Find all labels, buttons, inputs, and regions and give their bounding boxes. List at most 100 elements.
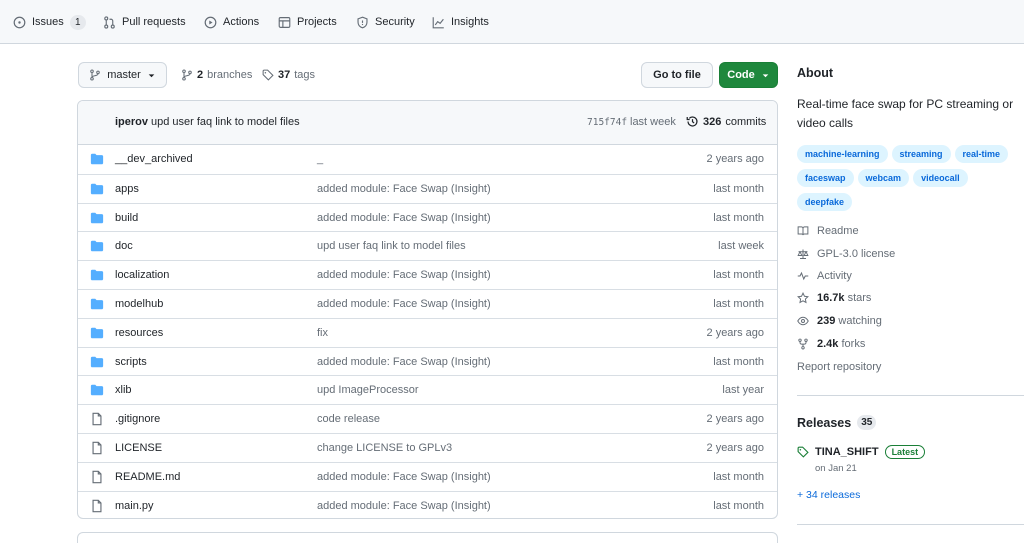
file-name-link[interactable]: modelhub: [115, 298, 163, 310]
watchers-link[interactable]: 239 watching: [797, 313, 882, 329]
file-commit-message-link[interactable]: added module: Face Swap (Insight): [317, 183, 491, 195]
file-name-link[interactable]: localization: [115, 269, 169, 281]
watching-label: watching: [838, 315, 882, 327]
file-name-link[interactable]: scripts: [115, 356, 147, 368]
folder-icon: [90, 183, 104, 195]
topic-list: machine-learning streaming real-time facesw…: [797, 145, 1022, 211]
caret-down-icon: [148, 73, 155, 77]
file-commit-message-link[interactable]: added module: Face Swap (Insight): [317, 356, 491, 368]
topic-tag[interactable]: webcam: [857, 169, 910, 187]
file-commit-message-link[interactable]: _: [317, 153, 323, 165]
tab-pull-requests[interactable]: Pull requests: [103, 0, 186, 44]
topic-tag[interactable]: machine-learning: [797, 145, 888, 163]
topic-tag[interactable]: videocall: [913, 169, 968, 187]
topic-tag[interactable]: deepfake: [797, 193, 853, 211]
tags-link[interactable]: 37 tags: [262, 66, 315, 84]
forks-link[interactable]: 2.4k forks: [797, 336, 865, 352]
file-commit-message-link[interactable]: added module: Face Swap (Insight): [317, 471, 491, 483]
latest-badge: Latest: [884, 445, 926, 459]
folder-icon: [90, 327, 104, 339]
report-label: Report repository: [797, 361, 882, 373]
file-name-link[interactable]: __dev_archived: [115, 153, 193, 165]
stars-label: stars: [847, 292, 872, 304]
tags-label: tags: [294, 69, 316, 81]
folder-icon: [90, 385, 104, 396]
branch-icon: [90, 69, 100, 81]
file-commit-message-link[interactable]: added module: Face Swap (Insight): [317, 269, 491, 281]
tab-issues[interactable]: Issues 1: [13, 0, 86, 44]
file-commit-message-link[interactable]: code release: [317, 413, 380, 425]
table-icon: [278, 16, 291, 28]
file-name-link[interactable]: resources: [115, 327, 163, 339]
file-commit-time: last month: [713, 298, 764, 310]
commit-message-link[interactable]: upd user faq link to model files: [151, 116, 300, 128]
file-name-link[interactable]: xlib: [115, 384, 132, 396]
license-link[interactable]: GPL-3.0 license: [797, 246, 895, 262]
readme-link[interactable]: Readme: [797, 223, 859, 239]
tag-icon: [262, 69, 274, 81]
file-name-link[interactable]: build: [115, 212, 138, 224]
commit-author-link[interactable]: iperov: [115, 116, 148, 128]
issues-count-badge: 1: [69, 14, 86, 30]
file-row: modelhub added module: Face Swap (Insight…: [78, 289, 777, 318]
more-releases-link[interactable]: + 34 releases: [797, 489, 860, 501]
folder-icon: [90, 269, 104, 281]
file-row: apps added module: Face Swap (Insight) las…: [78, 173, 777, 203]
book-icon: [797, 226, 809, 236]
release-name: TINA_SHIFT: [815, 446, 879, 458]
file-name-link[interactable]: doc: [115, 240, 133, 252]
releases-heading[interactable]: Releases 35: [797, 415, 877, 430]
folder-icon: [90, 212, 104, 223]
file-name-link[interactable]: LICENSE: [115, 442, 162, 454]
releases-title: Releases: [797, 415, 852, 430]
tab-actions-label: Actions: [223, 16, 260, 28]
repo-description: Real-time face swap for PC streaming or …: [797, 97, 1014, 130]
report-repository-link[interactable]: Report repository: [797, 359, 881, 375]
topic-tag[interactable]: real-time: [954, 145, 1009, 163]
graph-icon: [432, 16, 444, 28]
file-commit-message-link[interactable]: added module: Face Swap (Insight): [317, 212, 491, 224]
branches-link[interactable]: 2 branches: [181, 66, 252, 84]
tab-projects[interactable]: Projects: [278, 0, 337, 44]
releases-count-badge: 35: [857, 415, 877, 430]
file-commit-time: last month: [713, 211, 764, 224]
go-to-file-button[interactable]: Go to file: [641, 62, 713, 88]
commits-history-link[interactable]: 326 commits: [686, 115, 766, 128]
file-commit-message-link[interactable]: added module: Face Swap (Insight): [317, 500, 491, 512]
tab-security[interactable]: Security: [356, 0, 415, 44]
folder-icon: [90, 153, 104, 165]
topic-tag[interactable]: streaming: [891, 145, 951, 163]
file-commit-time: last month: [713, 355, 764, 368]
tab-insights[interactable]: Insights: [432, 0, 489, 44]
file-commit-message-link[interactable]: fix: [317, 327, 328, 339]
release-date: on Jan 21: [815, 463, 857, 474]
about-heading: About: [797, 66, 834, 80]
file-commit-message-link[interactable]: upd user faq link to model files: [317, 240, 466, 252]
file-name-link[interactable]: main.py: [115, 500, 154, 512]
latest-release-link[interactable]: TINA_SHIFT Latest: [797, 445, 926, 459]
file-commit-message-link[interactable]: added module: Face Swap (Insight): [317, 298, 491, 310]
file-name-link[interactable]: .gitignore: [115, 413, 160, 425]
file-name-link[interactable]: README.md: [115, 471, 180, 483]
issue-icon: [13, 16, 26, 28]
file-commit-message-link[interactable]: upd ImageProcessor: [317, 384, 419, 396]
stars-link[interactable]: 16.7k stars: [797, 290, 871, 306]
file-name-link[interactable]: apps: [115, 183, 139, 195]
commit-sha-link[interactable]: 715f74f: [587, 117, 627, 128]
code-button-label: Code: [727, 69, 755, 81]
file-icon: [92, 412, 102, 426]
file-commit-message-link[interactable]: change LICENSE to GPLv3: [317, 442, 452, 454]
branches-label: branches: [207, 69, 253, 81]
repo-nav: Issues 1 Pull requests Actions Projects …: [0, 0, 1024, 44]
file-row: build added module: Face Swap (Insight) la…: [78, 202, 777, 232]
topic-tag[interactable]: faceswap: [797, 169, 854, 187]
tab-actions[interactable]: Actions: [204, 0, 259, 44]
branch-name: master: [107, 69, 141, 81]
activity-link[interactable]: Activity: [797, 268, 852, 284]
file-commit-time: last month: [713, 470, 764, 483]
code-button[interactable]: Code: [719, 62, 778, 88]
folder-icon: [90, 298, 104, 310]
file-row: xlib upd ImageProcessor last year: [78, 375, 777, 404]
tags-count: 37: [278, 69, 291, 81]
branch-selector-button[interactable]: master: [78, 62, 167, 88]
